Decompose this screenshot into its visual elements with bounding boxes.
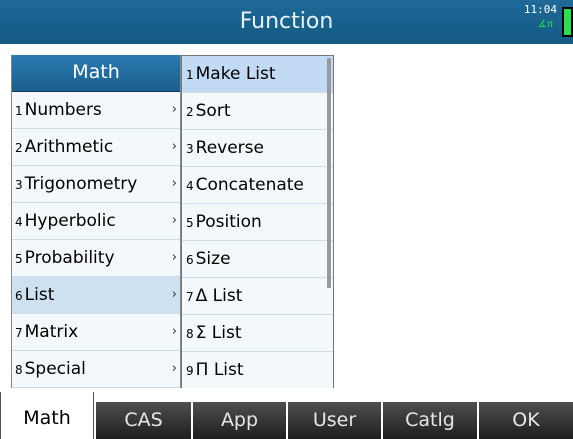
- menu-item-arithmetic[interactable]: 2 Arithmetic ›: [12, 129, 180, 166]
- submenu-item-label: Concatenate: [195, 175, 304, 195]
- app-title: Function: [239, 9, 334, 34]
- menu-item-number: 8: [15, 363, 23, 377]
- softkey-user[interactable]: User: [288, 402, 381, 439]
- submenu-item-label: Δ List: [195, 286, 243, 306]
- softkey-catlg[interactable]: Catlg: [383, 402, 477, 439]
- menu-item-label: List: [24, 285, 55, 305]
- menu-item-label: Arithmetic: [24, 137, 114, 157]
- menu-item-number: 4: [15, 215, 23, 229]
- chevron-right-icon: ›: [171, 287, 177, 302]
- chevron-right-icon: ›: [171, 361, 177, 376]
- menu-item-number: 1: [15, 104, 23, 118]
- menu-item-hyperbolic[interactable]: 4 Hyperbolic ›: [12, 203, 180, 240]
- menu-item-label: Matrix: [24, 322, 79, 342]
- softkey-cas[interactable]: CAS: [96, 402, 191, 439]
- menu-item-list[interactable]: 6 List ›: [12, 277, 180, 314]
- submenu-item-label: Sort: [195, 101, 231, 121]
- submenu-item-position[interactable]: 5 Position: [182, 204, 333, 241]
- menu-item-label: Probability: [24, 248, 115, 268]
- softkey-bar: Math CAS App User Catlg OK: [0, 388, 573, 439]
- softkey-app[interactable]: App: [193, 402, 286, 439]
- menu-item-label: Hyperbolic: [24, 211, 116, 231]
- chevron-right-icon: ›: [171, 324, 177, 339]
- submenu-item-number: 5: [186, 216, 194, 230]
- menu-item-number: 3: [15, 178, 23, 192]
- submenu-item-pi-list[interactable]: 9Π List: [182, 352, 333, 389]
- submenu-item-number: 6: [186, 253, 194, 267]
- submenu-item-label: Position: [195, 212, 262, 232]
- submenu-item-size[interactable]: 6 Size: [182, 241, 333, 278]
- menu-item-label: Numbers: [24, 100, 102, 120]
- menu-item-matrix[interactable]: 7 Matrix ›: [12, 314, 180, 351]
- menu-item-special[interactable]: 8 Special ›: [12, 351, 180, 388]
- softkey-math[interactable]: Math: [0, 392, 94, 439]
- menu-item-label: Trigonometry: [24, 174, 138, 194]
- chevron-right-icon: ›: [171, 250, 177, 265]
- submenu-item-number: 8: [186, 327, 194, 341]
- submenu-item-label: Make List: [195, 64, 276, 84]
- chevron-right-icon: ›: [171, 102, 177, 117]
- angle-mode-indicator: ∡π: [538, 19, 553, 30]
- battery-icon: [562, 7, 573, 37]
- submenu-item-make-list[interactable]: 1 Make List: [182, 56, 333, 93]
- clock: 11:04: [523, 3, 557, 16]
- submenu-item-number: 2: [186, 105, 194, 119]
- submenu-item-concatenate[interactable]: 4 Concatenate: [182, 167, 333, 204]
- title-bar: Function 11:04 ∡π: [0, 0, 573, 44]
- submenu-item-label: Π List: [195, 360, 244, 380]
- submenu-item-label: Σ List: [195, 323, 242, 343]
- list-submenu: 1 Make List 2 Sort 3 Reverse 4 Concatenate 5…: [181, 55, 334, 391]
- submenu-item-delta-list[interactable]: 7Δ List: [182, 278, 333, 315]
- submenu-scrollbar[interactable]: [327, 58, 331, 288]
- chevron-right-icon: ›: [171, 139, 177, 154]
- submenu-item-label: Reverse: [195, 138, 264, 158]
- submenu-item-label: Size: [195, 249, 231, 269]
- submenu-item-sort[interactable]: 2 Sort: [182, 93, 333, 130]
- menu-item-number: 6: [15, 289, 23, 303]
- submenu-item-number: 1: [186, 68, 194, 82]
- chevron-right-icon: ›: [171, 213, 177, 228]
- menu-item-trigonometry[interactable]: 3 Trigonometry ›: [12, 166, 180, 203]
- menu-item-number: 2: [15, 141, 23, 155]
- submenu-item-number: 9: [186, 364, 194, 378]
- menu-item-probability[interactable]: 5 Probability ›: [12, 240, 180, 277]
- submenu-item-number: 3: [186, 142, 194, 156]
- softkey-ok[interactable]: OK: [479, 402, 573, 439]
- submenu-item-number: 4: [186, 179, 194, 193]
- submenu-item-number: 7: [186, 290, 194, 304]
- chevron-right-icon: ›: [171, 176, 177, 191]
- math-menu: Math 1 Numbers › 2 Arithmetic › 3 Trigonome…: [11, 55, 181, 388]
- submenu-item-reverse[interactable]: 3 Reverse: [182, 130, 333, 167]
- menu-item-number: 7: [15, 326, 23, 340]
- menu-item-label: Special: [24, 359, 86, 379]
- menu-item-number: 5: [15, 252, 23, 266]
- menu-header: Math: [12, 55, 180, 92]
- submenu-item-sigma-list[interactable]: 8Σ List: [182, 315, 333, 352]
- menu-item-numbers[interactable]: 1 Numbers ›: [12, 92, 180, 129]
